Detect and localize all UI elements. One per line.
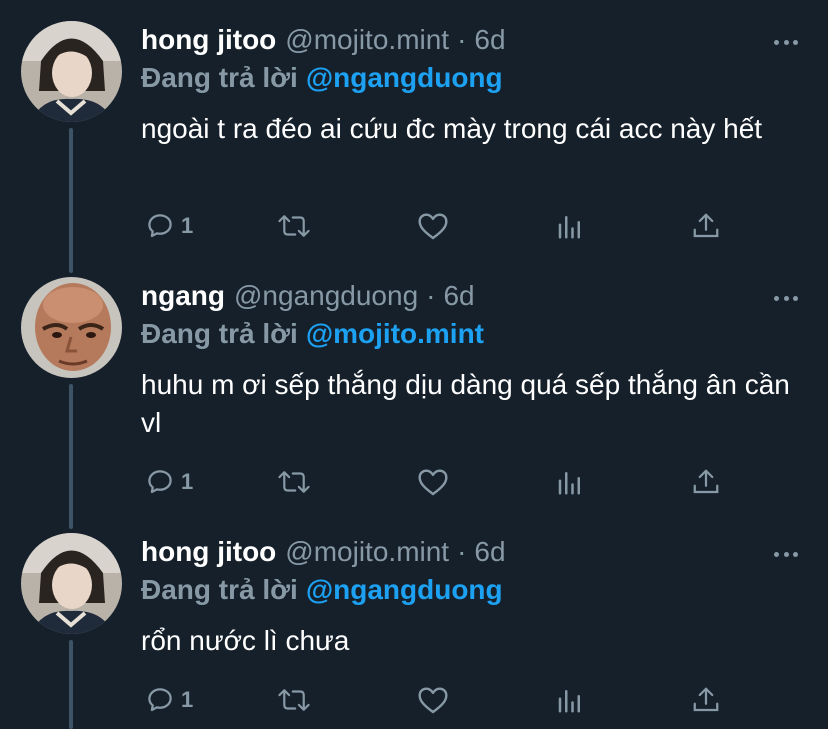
reply-count: 1 bbox=[181, 213, 194, 238]
tweet-actions: 1 bbox=[141, 680, 741, 720]
tweet-text: huhu m ơi sếp thắng dịu dàng quá sếp thắ… bbox=[141, 369, 790, 438]
more-icon[interactable] bbox=[774, 286, 798, 310]
timestamp[interactable]: 6d bbox=[443, 276, 474, 316]
tweet-text: ngoài t ra đéo ai cứu đc mày trong cái a… bbox=[141, 113, 763, 144]
replying-to: Đang trả lời @ngangduong bbox=[141, 570, 503, 610]
share-button[interactable] bbox=[691, 462, 721, 502]
analytics-icon bbox=[558, 216, 580, 239]
replying-to-label: Đang trả lời bbox=[141, 318, 298, 349]
user-handle[interactable]: @mojito.mint bbox=[285, 532, 449, 572]
reply-button[interactable]: 1 bbox=[145, 680, 193, 720]
reply-button[interactable]: 1 bbox=[145, 462, 193, 502]
avatar[interactable] bbox=[21, 21, 122, 122]
share-icon bbox=[693, 687, 719, 712]
retweet-button[interactable] bbox=[277, 680, 311, 720]
tweet-text: rổn nước lì chưa bbox=[141, 625, 350, 656]
retweet-button[interactable] bbox=[277, 206, 311, 246]
tweet[interactable]: hong jitoo @mojito.mint · 6d Đang trả lờ… bbox=[0, 512, 828, 729]
reply-icon bbox=[148, 688, 172, 712]
reply-count: 1 bbox=[181, 469, 194, 494]
user-handle[interactable]: @mojito.mint bbox=[285, 20, 449, 60]
replying-to-handle[interactable]: @ngangduong bbox=[306, 574, 503, 605]
timestamp[interactable]: 6d bbox=[474, 20, 505, 60]
retweet-icon bbox=[278, 215, 310, 237]
reply-icon bbox=[148, 470, 172, 494]
more-icon[interactable] bbox=[774, 30, 798, 54]
share-icon bbox=[693, 469, 719, 494]
share-icon bbox=[693, 213, 719, 238]
separator: · bbox=[457, 536, 467, 567]
retweet-button[interactable] bbox=[277, 462, 311, 502]
replying-to: Đang trả lời @mojito.mint bbox=[141, 314, 484, 354]
share-button[interactable] bbox=[691, 206, 721, 246]
replying-to-handle[interactable]: @ngangduong bbox=[306, 62, 503, 93]
more-icon[interactable] bbox=[774, 542, 798, 566]
replying-to-label: Đang trả lời bbox=[141, 62, 298, 93]
replying-to-label: Đang trả lời bbox=[141, 574, 298, 605]
reply-count: 1 bbox=[181, 687, 194, 712]
like-button[interactable] bbox=[417, 462, 449, 502]
heart-icon bbox=[418, 687, 448, 714]
like-button[interactable] bbox=[417, 206, 449, 246]
tweet-header: hong jitoo @mojito.mint · 6d bbox=[141, 532, 506, 572]
tweet-actions: 1 bbox=[141, 206, 741, 246]
tweet-header: ngang @ngangduong · 6d bbox=[141, 276, 475, 316]
avatar[interactable] bbox=[21, 533, 122, 634]
separator: · bbox=[457, 24, 467, 55]
analytics-button[interactable] bbox=[555, 206, 585, 246]
display-name[interactable]: ngang bbox=[141, 276, 225, 316]
separator: · bbox=[426, 280, 436, 311]
retweet-icon bbox=[278, 689, 310, 711]
analytics-icon bbox=[558, 472, 580, 495]
heart-icon bbox=[418, 469, 448, 496]
retweet-icon bbox=[278, 471, 310, 493]
timestamp[interactable]: 6d bbox=[474, 532, 505, 572]
replying-to-handle[interactable]: @mojito.mint bbox=[306, 318, 484, 349]
tweet[interactable]: ngang @ngangduong · 6d Đang trả lời @moji… bbox=[0, 256, 828, 512]
tweet-actions: 1 bbox=[141, 462, 741, 502]
reply-button[interactable]: 1 bbox=[145, 206, 193, 246]
display-name[interactable]: hong jitoo bbox=[141, 20, 276, 60]
avatar[interactable] bbox=[21, 277, 122, 378]
tweet[interactable]: hong jitoo @mojito.mint · 6d Đang trả lờ… bbox=[0, 0, 828, 256]
analytics-button[interactable] bbox=[555, 680, 585, 720]
heart-icon bbox=[418, 213, 448, 240]
display-name[interactable]: hong jitoo bbox=[141, 532, 276, 572]
user-handle[interactable]: @ngangduong bbox=[234, 276, 418, 316]
analytics-button[interactable] bbox=[555, 462, 585, 502]
tweet-header: hong jitoo @mojito.mint · 6d bbox=[141, 20, 506, 60]
share-button[interactable] bbox=[691, 680, 721, 720]
analytics-icon bbox=[558, 690, 580, 713]
replying-to: Đang trả lời @ngangduong bbox=[141, 58, 503, 98]
reply-icon bbox=[148, 214, 172, 238]
like-button[interactable] bbox=[417, 680, 449, 720]
